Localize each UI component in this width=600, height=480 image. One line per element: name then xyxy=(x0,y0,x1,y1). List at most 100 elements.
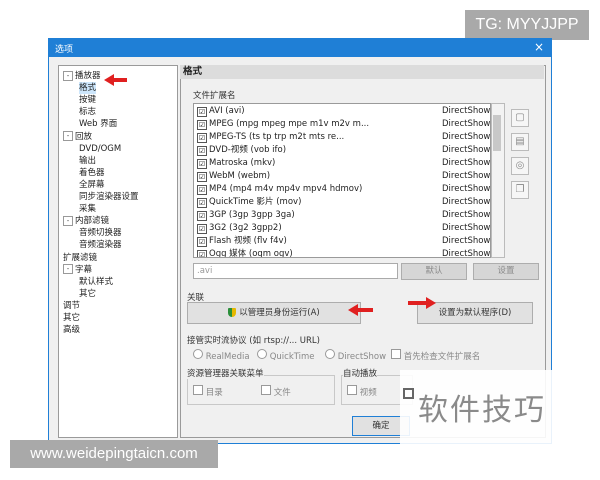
tree-item[interactable]: 其它 xyxy=(63,312,80,324)
format-checkbox[interactable]: ☑ xyxy=(197,107,207,117)
tree-item-label: 其它 xyxy=(63,313,81,323)
format-handler: DirectShow xyxy=(442,236,491,246)
tree-item[interactable]: - 回放 xyxy=(63,131,92,143)
options-tree: - 播放器 格式 按键 标志 Web 界面 - 回放 DVD/OGM 输出 着色器 全屏幕 同步渲染器设… xyxy=(58,65,178,438)
watermark-top: TG: MYYJJPP xyxy=(465,10,589,40)
tree-item-label: 音频渲染器 xyxy=(79,240,122,251)
format-row[interactable]: ☑ DVD-视频 (vob ifo) DirectShow xyxy=(194,144,490,157)
tree-item[interactable]: 扩展滤镜 xyxy=(63,252,97,264)
tree-toggle-icon[interactable]: - xyxy=(63,131,73,141)
default-button[interactable]: 默认 xyxy=(401,263,467,280)
tree-item[interactable]: Web 界面 xyxy=(79,118,117,130)
tree-item[interactable]: 着色器 xyxy=(79,167,105,179)
tree-item[interactable]: 同步渲染器设置 xyxy=(79,191,139,203)
tree-item[interactable]: 其它 xyxy=(79,288,96,300)
directory-checkbox[interactable] xyxy=(193,385,203,395)
tree-item[interactable]: 音频渲染器 xyxy=(79,239,122,251)
tree-item[interactable]: 音频切换器 xyxy=(79,227,122,239)
directshow-option[interactable]: DirectShow xyxy=(325,349,386,362)
format-checkbox[interactable]: ☑ xyxy=(197,159,207,169)
format-checkbox[interactable]: ☑ xyxy=(197,237,207,247)
close-icon[interactable]: × xyxy=(534,40,544,54)
directory-label: 目录 xyxy=(205,388,223,398)
format-row[interactable]: ☑ Matroska (mkv) DirectShow xyxy=(194,157,490,170)
tree-item-label: 着色器 xyxy=(79,167,105,178)
format-row[interactable]: ☑ 3GP (3gp 3gpp 3ga) DirectShow xyxy=(194,209,490,222)
tree-item[interactable]: - 播放器 xyxy=(63,70,101,82)
quicktime-option[interactable]: QuickTime xyxy=(257,349,315,362)
format-checkbox[interactable]: ☑ xyxy=(197,146,207,156)
format-row[interactable]: ☑ MPEG (mpg mpeg mpe m1v m2v m... DirectSh… xyxy=(194,118,490,131)
annotation-arrow-default-head xyxy=(426,297,436,309)
tree-item-label: 扩展滤镜 xyxy=(63,252,98,263)
window-title: 选项 xyxy=(55,45,74,55)
format-row[interactable]: ☑ WebM (webm) DirectShow xyxy=(194,170,490,183)
format-name: 3GP (3gp 3gpp 3ga) xyxy=(209,210,295,220)
run-as-admin-button[interactable]: 以管理员身份运行(A) xyxy=(187,302,361,324)
format-list[interactable]: ☑ AVI (avi) DirectShow ☑ MPEG (mpg mpeg mpe … xyxy=(193,103,491,258)
directshow-radio[interactable] xyxy=(325,349,335,359)
files-option[interactable]: 文件 xyxy=(261,385,291,398)
format-row[interactable]: ☑ Ogg 媒体 (ogm ogv) DirectShow xyxy=(194,248,490,257)
format-row[interactable]: ☑ MPEG-TS (ts tp trp m2t mts re... DirectS… xyxy=(194,131,490,144)
directshow-label: DirectShow xyxy=(337,352,387,362)
video-option[interactable]: 视频 xyxy=(347,385,377,398)
files-checkbox[interactable] xyxy=(261,385,271,395)
format-row[interactable]: ☑ 3G2 (3g2 3gpp2) DirectShow xyxy=(194,222,490,235)
format-checkbox[interactable]: ☑ xyxy=(197,133,207,143)
format-handler: DirectShow xyxy=(442,223,491,233)
tree-toggle-icon[interactable]: - xyxy=(63,70,73,81)
format-handler: DirectShow xyxy=(442,132,491,142)
extension-input[interactable]: .avi xyxy=(193,263,398,279)
tree-item[interactable]: 默认样式 xyxy=(79,276,113,288)
tree-item[interactable]: 全屏幕 xyxy=(79,179,105,191)
tree-item[interactable]: 高级 xyxy=(63,324,80,336)
format-row[interactable]: ☑ Flash 视频 (flv f4v) DirectShow xyxy=(194,235,490,248)
tree-item[interactable]: 标志 xyxy=(79,106,96,118)
tree-item[interactable]: 格式 xyxy=(79,82,97,95)
format-name: MPEG (mpg mpeg mpe m1v m2v m... xyxy=(209,119,370,129)
format-row[interactable]: ☑ AVI (avi) DirectShow xyxy=(194,105,490,118)
format-name: Matroska (mkv) xyxy=(209,158,276,168)
select-none-icon[interactable]: ❐ xyxy=(511,181,529,199)
tree-item[interactable]: 采集 xyxy=(79,203,96,215)
format-name: QuickTime 影片 (mov) xyxy=(209,197,302,207)
directory-option[interactable]: 目录 xyxy=(193,385,223,398)
format-handler: DirectShow xyxy=(442,106,491,116)
format-row[interactable]: ☑ MP4 (mp4 m4v mp4v mpv4 hdmov) DirectShow xyxy=(194,183,490,196)
settings-button[interactable]: 设置 xyxy=(473,263,539,280)
realtime-label: 接管实时流协议 (如 rtsp://... URL) xyxy=(187,336,320,346)
tree-item[interactable]: - 字幕 xyxy=(63,264,92,276)
realmedia-radio[interactable] xyxy=(193,349,203,359)
quicktime-radio[interactable] xyxy=(257,349,267,359)
select-audio-icon[interactable]: ◎ xyxy=(511,157,529,175)
video-checkbox[interactable] xyxy=(347,385,357,395)
format-name: Flash 视频 (flv f4v) xyxy=(209,236,287,246)
tree-item-label: 内部滤镜 xyxy=(75,216,110,227)
format-checkbox[interactable]: ☑ xyxy=(197,224,207,234)
watermark-bottom: www.weidepingtaicn.com xyxy=(10,440,218,468)
check-file-ext-option[interactable]: 首先检查文件扩展名 xyxy=(391,349,480,362)
scrollbar-thumb[interactable] xyxy=(493,115,501,151)
format-checkbox[interactable]: ☑ xyxy=(197,172,207,182)
tree-item[interactable]: - 内部滤镜 xyxy=(63,215,109,227)
realmedia-option[interactable]: RealMedia xyxy=(193,349,250,362)
tree-toggle-icon[interactable]: - xyxy=(63,215,73,226)
tree-item-label: 采集 xyxy=(79,204,97,215)
tree-item[interactable]: 输出 xyxy=(79,155,96,167)
title-bar: 选项 × xyxy=(49,39,551,57)
tree-item[interactable]: 调节 xyxy=(63,300,80,312)
format-checkbox[interactable]: ☑ xyxy=(197,250,207,257)
tree-item[interactable]: DVD/OGM xyxy=(79,143,121,155)
format-checkbox[interactable]: ☑ xyxy=(197,211,207,221)
check-file-ext-checkbox[interactable] xyxy=(391,349,401,359)
format-row[interactable]: ☑ QuickTime 影片 (mov) DirectShow xyxy=(194,196,490,209)
format-checkbox[interactable]: ☑ xyxy=(197,120,207,130)
video-label: 视频 xyxy=(359,388,377,398)
select-all-icon[interactable]: ▢ xyxy=(511,109,529,127)
select-video-icon[interactable]: ▤ xyxy=(511,133,529,151)
tree-toggle-icon[interactable]: - xyxy=(63,264,73,275)
format-checkbox[interactable]: ☑ xyxy=(197,185,207,195)
tree-item[interactable]: 按键 xyxy=(79,94,96,106)
format-checkbox[interactable]: ☑ xyxy=(197,198,207,208)
